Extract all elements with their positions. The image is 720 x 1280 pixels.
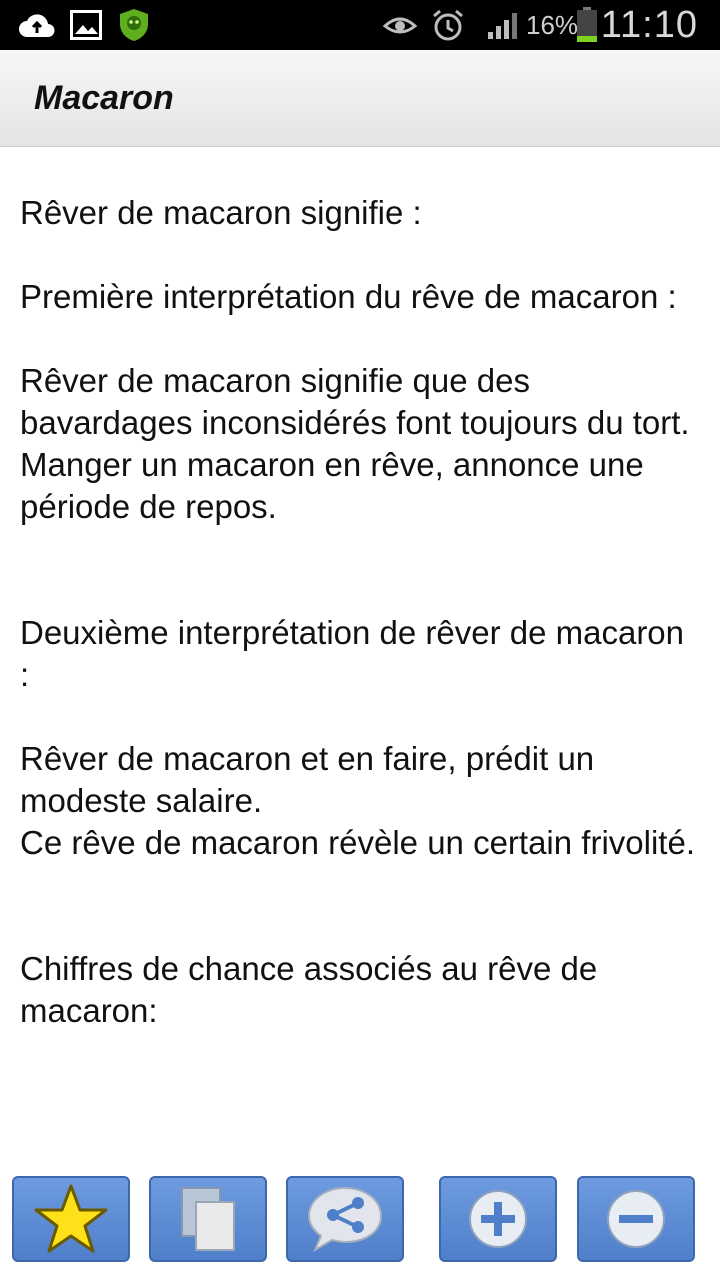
copy-button[interactable] [149,1176,267,1262]
page-title: Macaron [34,78,174,117]
star-icon [34,1184,108,1253]
status-bar: 16% 11:10 [0,0,720,50]
cloud-upload-icon [16,0,58,50]
favorite-button[interactable] [12,1176,130,1262]
share-button[interactable] [286,1176,404,1262]
second-interpretation-text-1: Rêver de macaron et en faire, prédit un … [20,740,595,819]
intro-heading: Rêver de macaron signifie : [20,194,422,231]
zoom-out-button[interactable] [577,1176,695,1262]
article-content: Rêver de macaron signifie : Première int… [20,192,700,1032]
first-interpretation-text-2: Manger un macaron en rêve, annonce une p… [20,446,644,525]
alarm-icon [428,0,468,50]
battery-percent: 16% [526,9,579,40]
first-interpretation-title: Première interprétation du rêve de macar… [20,278,677,315]
share-icon [307,1186,383,1253]
bottom-toolbar [0,1170,720,1280]
second-interpretation-text-2: Ce rêve de macaron révèle un certain fri… [20,824,695,861]
shield-icon [114,0,154,50]
zoom-in-button[interactable] [439,1176,557,1262]
battery-icon [572,0,602,50]
eye-icon [380,0,420,50]
second-interpretation-title: Deuxième interprétation de rêver de maca… [20,614,685,693]
first-interpretation-text-1: Rêver de macaron signifie que des bavard… [20,362,690,441]
screen: 16% 11:10 Macaron Rêver de macaron signi… [0,0,720,1280]
zoom-out-icon [607,1190,665,1248]
copy-icon [181,1187,235,1251]
signal-icon [484,0,524,50]
clock-time: 11:10 [600,3,698,46]
image-icon [68,0,104,50]
action-bar: Macaron [0,50,720,147]
lucky-numbers-title: Chiffres de chance associés au rêve de m… [20,950,598,1029]
zoom-in-icon [469,1190,527,1248]
